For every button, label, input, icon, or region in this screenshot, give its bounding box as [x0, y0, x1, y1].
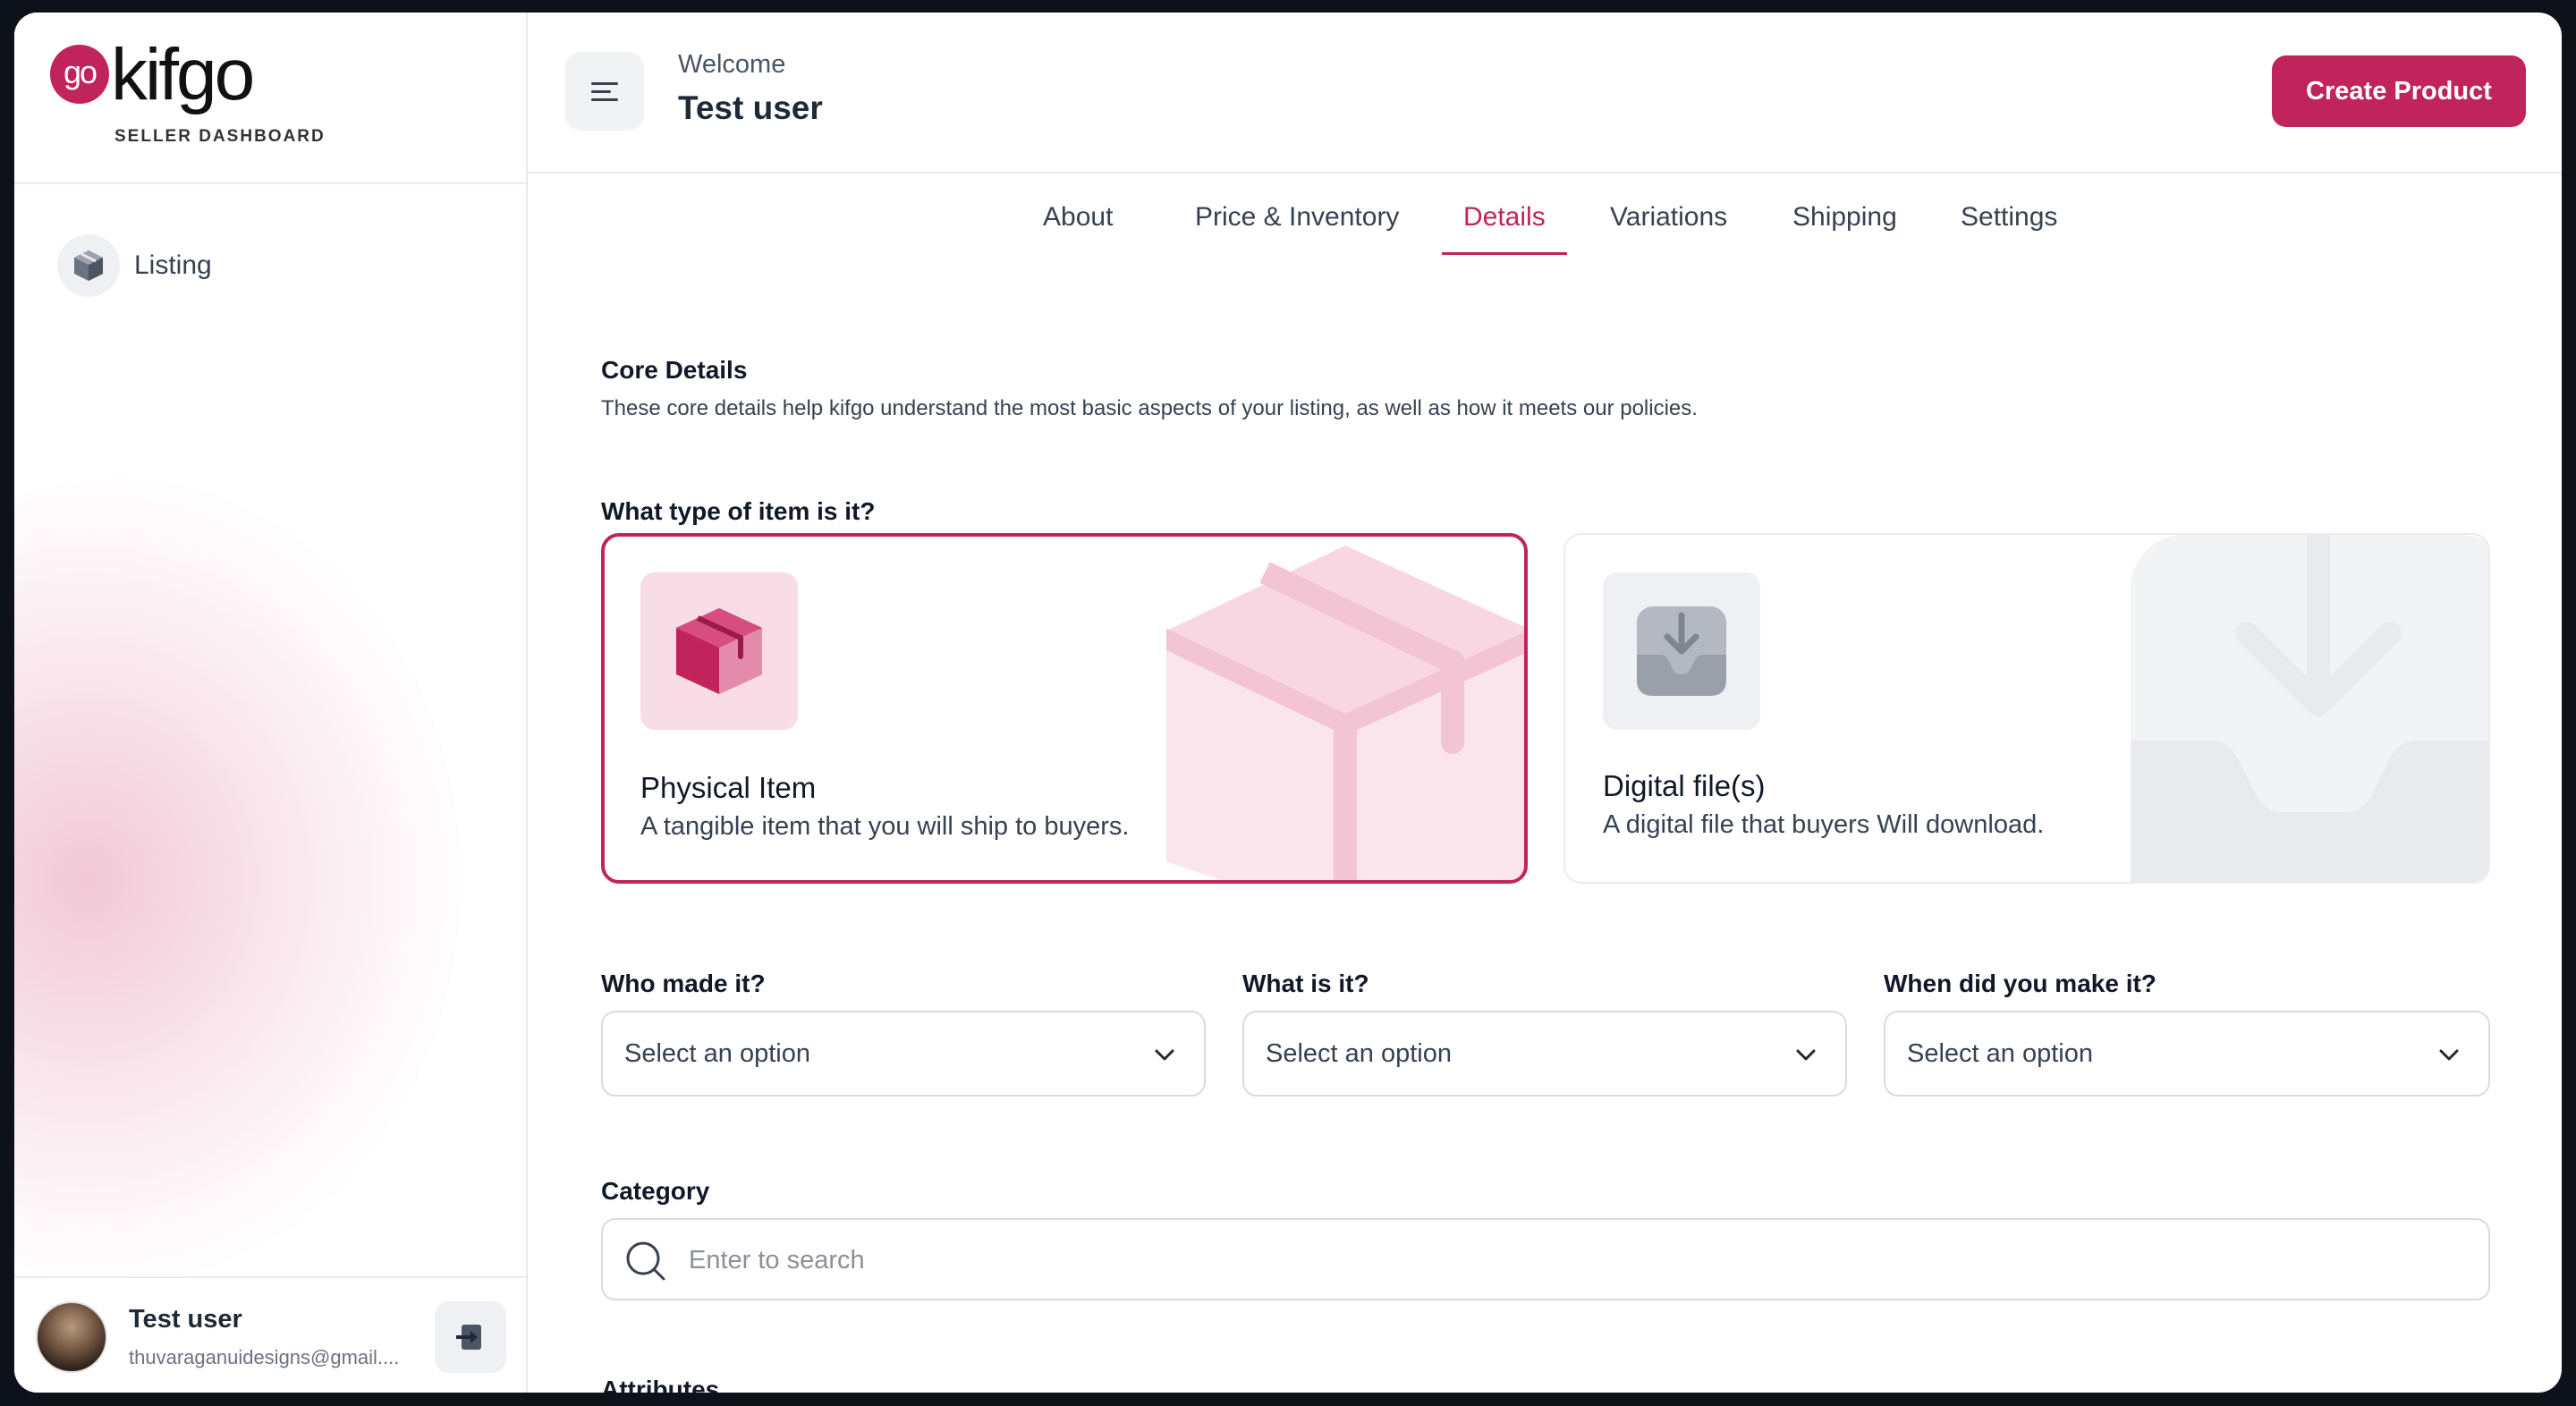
tab-about[interactable]: About	[1043, 202, 1113, 252]
user-email: thuvaraganuidesigns@gmail....	[129, 1346, 400, 1368]
what-is-it-select[interactable]: Select an option	[1242, 1011, 1847, 1097]
select-value: Select an option	[624, 1039, 810, 1068]
tab-shipping[interactable]: Shipping	[1792, 202, 1897, 252]
physical-item-tile	[640, 572, 798, 730]
what-is-it-label: What is it?	[1242, 970, 1369, 997]
welcome-label: Welcome	[678, 50, 786, 79]
download-illustration	[2131, 535, 2488, 882]
when-made-select[interactable]: Select an option	[1884, 1011, 2490, 1097]
app-window: go kifgo SELLER DASHBOARD Listing Test u…	[14, 13, 2562, 1393]
logout-icon	[456, 1325, 481, 1350]
chevron-down-icon	[1796, 1049, 1816, 1061]
category-search	[601, 1218, 2490, 1300]
item-type-digital-card[interactable]: Digital file(s) A digital file that buye…	[1563, 533, 2490, 884]
digital-file-tile	[1603, 572, 1760, 730]
search-icon	[626, 1241, 665, 1281]
item-type-physical-card[interactable]: Physical Item A tangible item that you w…	[601, 533, 1528, 884]
tab-details[interactable]: Details	[1442, 202, 1567, 255]
header-user-name: Test user	[678, 89, 823, 126]
box-illustration	[1166, 546, 1524, 880]
item-type-title: Physical Item	[640, 771, 817, 804]
attributes-label: Attributes	[601, 1376, 720, 1393]
item-type-title: Digital file(s)	[1603, 769, 1766, 802]
sidebar-item-listing[interactable]: Listing	[57, 234, 212, 297]
sidebar: go kifgo SELLER DASHBOARD Listing Test u…	[14, 13, 528, 1393]
logout-button[interactable]	[435, 1301, 506, 1373]
chevron-down-icon	[2439, 1049, 2459, 1061]
section-title: Core Details	[601, 356, 748, 384]
listing-tabs: About Price & Inventory Details Variatio…	[528, 202, 2562, 274]
chevron-down-icon	[1155, 1049, 1174, 1061]
select-value: Select an option	[1907, 1039, 2093, 1068]
category-label: Category	[601, 1177, 710, 1205]
select-value: Select an option	[1266, 1039, 1452, 1068]
section-description: These core details help kifgo understand…	[601, 396, 1698, 420]
create-product-button[interactable]: Create Product	[2272, 55, 2526, 127]
when-made-label: When did you make it?	[1884, 970, 2157, 997]
tab-price-inventory[interactable]: Price & Inventory	[1195, 202, 1399, 252]
avatar[interactable]	[36, 1301, 107, 1373]
tab-variations[interactable]: Variations	[1610, 202, 1727, 252]
sidebar-item-label: Listing	[134, 250, 212, 280]
logo-wordmark: kifgo	[111, 34, 255, 115]
menu-icon	[591, 82, 618, 101]
logo-subtitle: SELLER DASHBOARD	[114, 127, 326, 146]
category-search-input[interactable]	[689, 1238, 2388, 1283]
who-made-label: Who made it?	[601, 970, 766, 997]
sidebar-background-glow	[14, 478, 462, 1283]
user-name: Test user	[129, 1305, 242, 1334]
item-type-description: A tangible item that you will ship to bu…	[640, 812, 1130, 841]
package-icon	[676, 608, 762, 694]
tab-settings[interactable]: Settings	[1961, 202, 2057, 252]
logo-badge: go	[50, 45, 109, 104]
box-icon	[57, 234, 120, 297]
top-header: Welcome Test user Create Product	[528, 13, 2562, 174]
item-type-description: A digital file that buyers Will download…	[1603, 810, 2045, 839]
logo-area: go kifgo SELLER DASHBOARD	[14, 13, 526, 184]
who-made-select[interactable]: Select an option	[601, 1011, 1206, 1097]
download-icon	[1637, 606, 1726, 696]
menu-toggle-button[interactable]	[565, 52, 644, 131]
item-type-question: What type of item is it?	[601, 497, 876, 525]
user-profile: Test user thuvaraganuidesigns@gmail....	[14, 1276, 526, 1393]
